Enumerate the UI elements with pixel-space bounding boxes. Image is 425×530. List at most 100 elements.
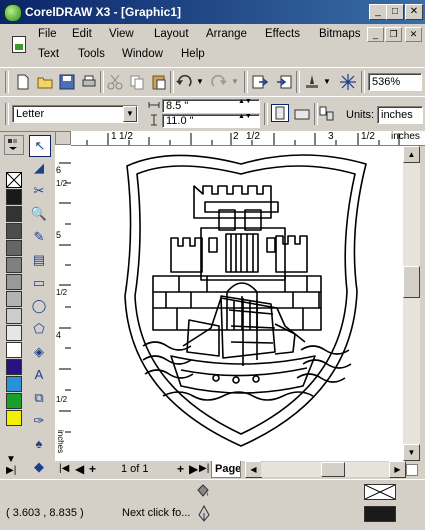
zoom-level-field[interactable]: 536% — [368, 73, 422, 91]
add-page-after-button[interactable]: + — [177, 462, 184, 476]
fill-tool[interactable]: ◆ — [29, 457, 49, 477]
scroll-left-button[interactable]: ◀ — [245, 461, 262, 478]
scroll-right-button[interactable]: ▶ — [389, 461, 406, 478]
color-swatch[interactable] — [6, 376, 22, 392]
scroll-down-button[interactable]: ▼ — [403, 444, 420, 461]
vertical-ruler[interactable]: 6 1/2 5 1/2 4 1/2 inches — [55, 145, 72, 461]
next-page-button[interactable]: ▶ — [189, 462, 198, 476]
crop-tool[interactable]: ✂ — [29, 181, 49, 201]
color-swatch[interactable] — [6, 240, 22, 256]
fill-color-indicator[interactable] — [364, 484, 396, 500]
coreldraw-app-icon[interactable] — [4, 4, 22, 22]
text-tool[interactable]: A — [29, 365, 49, 385]
menu-window[interactable]: Window — [122, 48, 163, 60]
outline-color-indicator[interactable] — [364, 506, 396, 522]
vertical-scroll-thumb[interactable] — [403, 266, 420, 298]
application-launcher-icon[interactable] — [303, 73, 321, 91]
redo-dropdown-arrow[interactable]: ▼ — [231, 77, 239, 86]
page-layout-icon[interactable] — [318, 105, 336, 123]
height-spinner[interactable]: ▲▼ — [238, 113, 252, 120]
paper-type-select[interactable]: Letter — [12, 105, 138, 123]
menu-help[interactable]: Help — [181, 48, 205, 60]
scroll-up-button[interactable]: ▲ — [403, 146, 420, 163]
menu-edit[interactable]: Edit — [72, 28, 92, 40]
undo-dropdown-arrow[interactable]: ▼ — [196, 77, 204, 86]
new-document-icon[interactable] — [14, 73, 32, 91]
toolbar-grip[interactable] — [5, 103, 9, 125]
rectangle-tool[interactable]: ▭ — [29, 273, 49, 293]
portrait-button[interactable] — [271, 104, 289, 122]
add-page-before-button[interactable]: + — [89, 462, 96, 476]
color-swatch[interactable] — [6, 206, 22, 222]
color-swatch[interactable] — [6, 308, 22, 324]
vertical-scrollbar[interactable]: ▲ ▼ — [403, 146, 420, 461]
doc-close-button[interactable]: ✕ — [405, 27, 422, 42]
outline-tool[interactable]: ♠ — [29, 434, 49, 454]
menu-effects[interactable]: Effects — [265, 28, 300, 40]
menu-bitmaps[interactable]: Bitmaps — [319, 28, 361, 40]
color-swatch[interactable] — [6, 393, 22, 409]
zoom-tool[interactable]: 🔍 — [29, 204, 49, 224]
shape-tool[interactable]: ◢ — [29, 158, 49, 178]
horizontal-ruler[interactable]: 1 1/2 2 1/2 3 1/2 inches — [71, 131, 425, 146]
color-swatch[interactable] — [6, 257, 22, 273]
palette-scroll-down[interactable]: ▼ — [6, 454, 16, 465]
smart-fill-tool[interactable]: ▤ — [29, 250, 49, 270]
horizontal-scroll-track[interactable] — [261, 462, 389, 477]
swatch-none[interactable] — [6, 172, 22, 188]
freehand-tool[interactable]: ✎ — [29, 227, 49, 247]
open-folder-icon[interactable] — [36, 73, 54, 91]
view-navigator-button[interactable] — [406, 464, 418, 476]
undo-icon[interactable] — [175, 73, 193, 91]
print-icon[interactable] — [80, 73, 98, 91]
ellipse-tool[interactable]: ◯ — [29, 296, 49, 316]
pick-tool[interactable]: ↖ — [29, 135, 51, 157]
import-icon[interactable] — [251, 73, 269, 91]
last-page-button[interactable]: ▶| — [199, 463, 209, 474]
menu-tools[interactable]: Tools — [78, 48, 105, 60]
doc-minimize-button[interactable]: _ — [367, 27, 384, 42]
color-swatch[interactable] — [6, 410, 22, 426]
save-icon[interactable] — [58, 73, 76, 91]
color-swatch[interactable] — [6, 223, 22, 239]
basic-shapes-tool[interactable]: ◈ — [29, 342, 49, 362]
redo-icon[interactable] — [210, 73, 228, 91]
color-swatch[interactable] — [6, 342, 22, 358]
menu-view[interactable]: View — [109, 28, 134, 40]
units-select[interactable]: inches — [377, 106, 423, 124]
minimize-button[interactable]: _ — [369, 4, 387, 20]
copy-icon[interactable] — [128, 73, 146, 91]
maximize-button[interactable]: □ — [386, 4, 404, 20]
corel-online-icon[interactable] — [339, 73, 357, 91]
previous-page-button[interactable]: ◀ — [75, 462, 84, 476]
color-swatch[interactable] — [6, 274, 22, 290]
polygon-tool[interactable]: ⬠ — [29, 319, 49, 339]
eyedropper-tool[interactable]: ✑ — [29, 411, 49, 431]
width-spinner[interactable]: ▲▼ — [238, 98, 252, 105]
coat-of-arms-drawing[interactable] — [71, 146, 403, 461]
drawing-canvas[interactable] — [71, 146, 403, 461]
landscape-icon[interactable] — [293, 105, 311, 123]
paste-icon[interactable] — [150, 73, 168, 91]
menu-layout[interactable]: Layout — [154, 28, 189, 40]
doc-restore-button[interactable]: ❐ — [385, 27, 402, 42]
palette-menu-button[interactable] — [4, 135, 24, 155]
color-swatch[interactable] — [6, 291, 22, 307]
page-tab[interactable]: Page 1 — [211, 461, 241, 478]
ruler-origin[interactable] — [55, 131, 71, 145]
close-button[interactable]: ✕ — [405, 4, 423, 20]
menu-arrange[interactable]: Arrange — [206, 28, 247, 40]
color-swatch[interactable] — [6, 359, 22, 375]
interactive-blend-tool[interactable]: ⧉ — [29, 388, 49, 408]
menu-text[interactable]: Text — [38, 48, 59, 60]
color-swatch[interactable] — [6, 325, 22, 341]
toolbar-grip[interactable] — [5, 71, 9, 93]
first-page-button[interactable]: |◀ — [59, 463, 69, 474]
paper-type-dropdown-arrow[interactable]: ▼ — [123, 106, 137, 122]
export-icon[interactable] — [275, 73, 293, 91]
launcher-dropdown-arrow[interactable]: ▼ — [323, 77, 331, 86]
document-icon[interactable] — [12, 36, 26, 53]
horizontal-scroll-thumb[interactable] — [321, 462, 345, 477]
menu-file[interactable]: File — [38, 28, 57, 40]
color-swatch[interactable] — [6, 189, 22, 205]
